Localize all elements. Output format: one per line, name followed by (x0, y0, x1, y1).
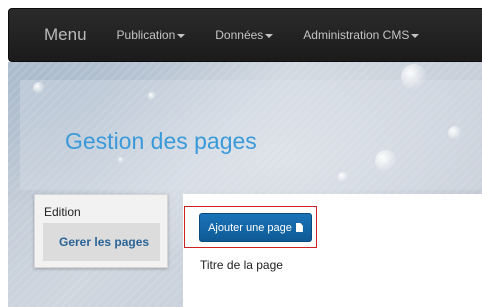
water-bubble (33, 82, 45, 94)
sidebar-heading: Edition (44, 205, 81, 219)
water-bubble (118, 157, 124, 163)
water-bubble (448, 126, 462, 140)
water-bubble (401, 64, 427, 90)
main-content: Ajouter une page Titre de la page (183, 194, 482, 307)
add-page-button[interactable]: Ajouter une page (199, 213, 312, 242)
caret-down-icon (411, 33, 420, 38)
nav-item-administration-cms[interactable]: Administration CMS (303, 28, 420, 42)
top-navbar: Menu Publication Données Administration … (8, 8, 482, 62)
nav-item-donnees[interactable]: Données (215, 28, 274, 42)
water-bubble (148, 92, 156, 100)
caret-down-icon (177, 33, 186, 38)
menu-brand[interactable]: Menu (44, 25, 87, 45)
column-header-titre: Titre de la page (200, 258, 283, 272)
water-bubble (375, 150, 397, 172)
sidebar-item-gerer-les-pages[interactable]: Gerer les pages (43, 223, 160, 261)
add-page-button-label: Ajouter une page (208, 221, 292, 234)
caret-down-icon (265, 33, 274, 38)
nav-item-label: Publication (116, 28, 176, 42)
page-title: Gestion des pages (65, 128, 257, 154)
file-icon (295, 223, 303, 232)
water-bubble (338, 172, 348, 182)
nav-item-label: Administration CMS (303, 28, 410, 42)
nav-item-publication[interactable]: Publication (117, 28, 186, 42)
nav-item-label: Données (215, 28, 264, 42)
sidebar-menu: Edition Gerer les pages (34, 194, 168, 268)
